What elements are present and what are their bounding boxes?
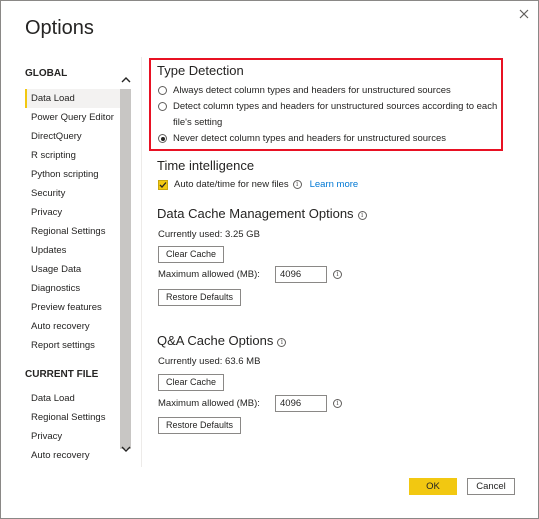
qa-cache-currently-used: Currently used: 63.6 MB <box>158 356 261 367</box>
dialog-title: Options <box>25 17 94 39</box>
sidebar-header-current-file: CURRENT FILE <box>25 369 99 380</box>
sidebar-item-directquery[interactable]: DirectQuery <box>25 127 121 146</box>
sidebar-item-privacy[interactable]: Privacy <box>25 203 121 222</box>
data-cache-max-input[interactable]: 4096 <box>275 266 327 283</box>
sidebar-scrollbar[interactable] <box>118 63 133 463</box>
qa-cache-restore-button[interactable]: Restore Defaults <box>158 417 242 434</box>
cancel-button[interactable]: Cancel <box>467 478 515 495</box>
qa-cache-max-row: Maximum allowed (MB): 4096 i <box>158 395 342 412</box>
info-icon[interactable]: i <box>333 270 342 279</box>
sidebar-item-security[interactable]: Security <box>25 184 121 203</box>
qa-cache-max-input[interactable]: 4096 <box>275 395 327 412</box>
scrollbar-thumb[interactable] <box>120 89 131 449</box>
sidebar-item-data-load[interactable]: Data Load <box>25 89 121 108</box>
info-icon[interactable]: i <box>292 180 302 189</box>
data-cache-title: Data Cache Management Options <box>157 206 354 221</box>
radio-never-label: Never detect column types and headers fo… <box>173 133 447 144</box>
auto-date-row: Auto date/time for new files i Learn mor… <box>158 179 358 190</box>
type-detection-option-never[interactable]: Never detect column types and headers fo… <box>158 131 498 146</box>
qa-cache-title-row: Q&A Cache Options i <box>157 333 287 348</box>
sidebar-item-file-auto-recovery[interactable]: Auto recovery <box>25 446 121 465</box>
qa-cache-clear-button[interactable]: Clear Cache <box>158 374 225 391</box>
sidebar-item-python-scripting[interactable]: Python scripting <box>25 165 121 184</box>
sidebar-item-report-settings[interactable]: Report settings <box>25 336 121 355</box>
sidebar-item-diagnostics[interactable]: Diagnostics <box>25 279 121 298</box>
radio-per-file-label: Detect column types and headers for unst… <box>173 101 498 128</box>
data-cache-clear-button[interactable]: Clear Cache <box>158 246 225 263</box>
sidebar-item-file-data-load[interactable]: Data Load <box>25 389 121 408</box>
data-cache-max-label: Maximum allowed (MB): <box>158 269 260 280</box>
sidebar-item-file-regional-settings[interactable]: Regional Settings <box>25 408 121 427</box>
auto-date-label: Auto date/time for new files <box>174 179 289 190</box>
radio-always[interactable] <box>158 86 167 95</box>
sidebar-item-r-scripting[interactable]: R scripting <box>25 146 121 165</box>
options-dialog: Options GLOBAL Data Load Power Query Edi… <box>0 0 539 519</box>
time-intelligence-title: Time intelligence <box>157 158 255 173</box>
close-icon[interactable] <box>517 7 531 21</box>
radio-never[interactable] <box>158 134 167 143</box>
qa-cache-title: Q&A Cache Options <box>157 333 274 348</box>
data-cache-currently-used: Currently used: 3.25 GB <box>158 229 260 240</box>
data-cache-restore-button[interactable]: Restore Defaults <box>158 289 242 306</box>
sidebar-item-usage-data[interactable]: Usage Data <box>25 260 121 279</box>
type-detection-title: Type Detection <box>157 63 244 78</box>
sidebar-item-regional-settings[interactable]: Regional Settings <box>25 222 121 241</box>
data-cache-title-row: Data Cache Management Options i <box>157 206 367 221</box>
sidebar-item-auto-recovery[interactable]: Auto recovery <box>25 317 121 336</box>
radio-per-file[interactable] <box>158 102 167 111</box>
type-detection-option-per-file[interactable]: Detect column types and headers for unst… <box>158 99 500 131</box>
sidebar-item-updates[interactable]: Updates <box>25 241 121 260</box>
info-icon[interactable]: i <box>357 211 367 220</box>
qa-cache-max-label: Maximum allowed (MB): <box>158 398 260 409</box>
sidebar-item-preview-features[interactable]: Preview features <box>25 298 121 317</box>
sidebar-item-power-query-editor[interactable]: Power Query Editor <box>25 108 121 127</box>
info-icon[interactable]: i <box>277 338 287 347</box>
type-detection-option-always[interactable]: Always detect column types and headers f… <box>158 83 498 98</box>
learn-more-link[interactable]: Learn more <box>310 179 359 190</box>
info-icon[interactable]: i <box>333 399 342 408</box>
auto-date-checkbox[interactable] <box>158 179 168 190</box>
chevron-up-icon[interactable] <box>118 71 133 87</box>
radio-always-label: Always detect column types and headers f… <box>173 85 451 96</box>
sidebar-item-file-privacy[interactable]: Privacy <box>25 427 121 446</box>
sidebar-header-global: GLOBAL <box>25 68 68 79</box>
chevron-down-icon[interactable] <box>118 441 133 457</box>
divider <box>141 57 142 467</box>
ok-button[interactable]: OK <box>409 478 457 495</box>
data-cache-max-row: Maximum allowed (MB): 4096 i <box>158 266 342 283</box>
